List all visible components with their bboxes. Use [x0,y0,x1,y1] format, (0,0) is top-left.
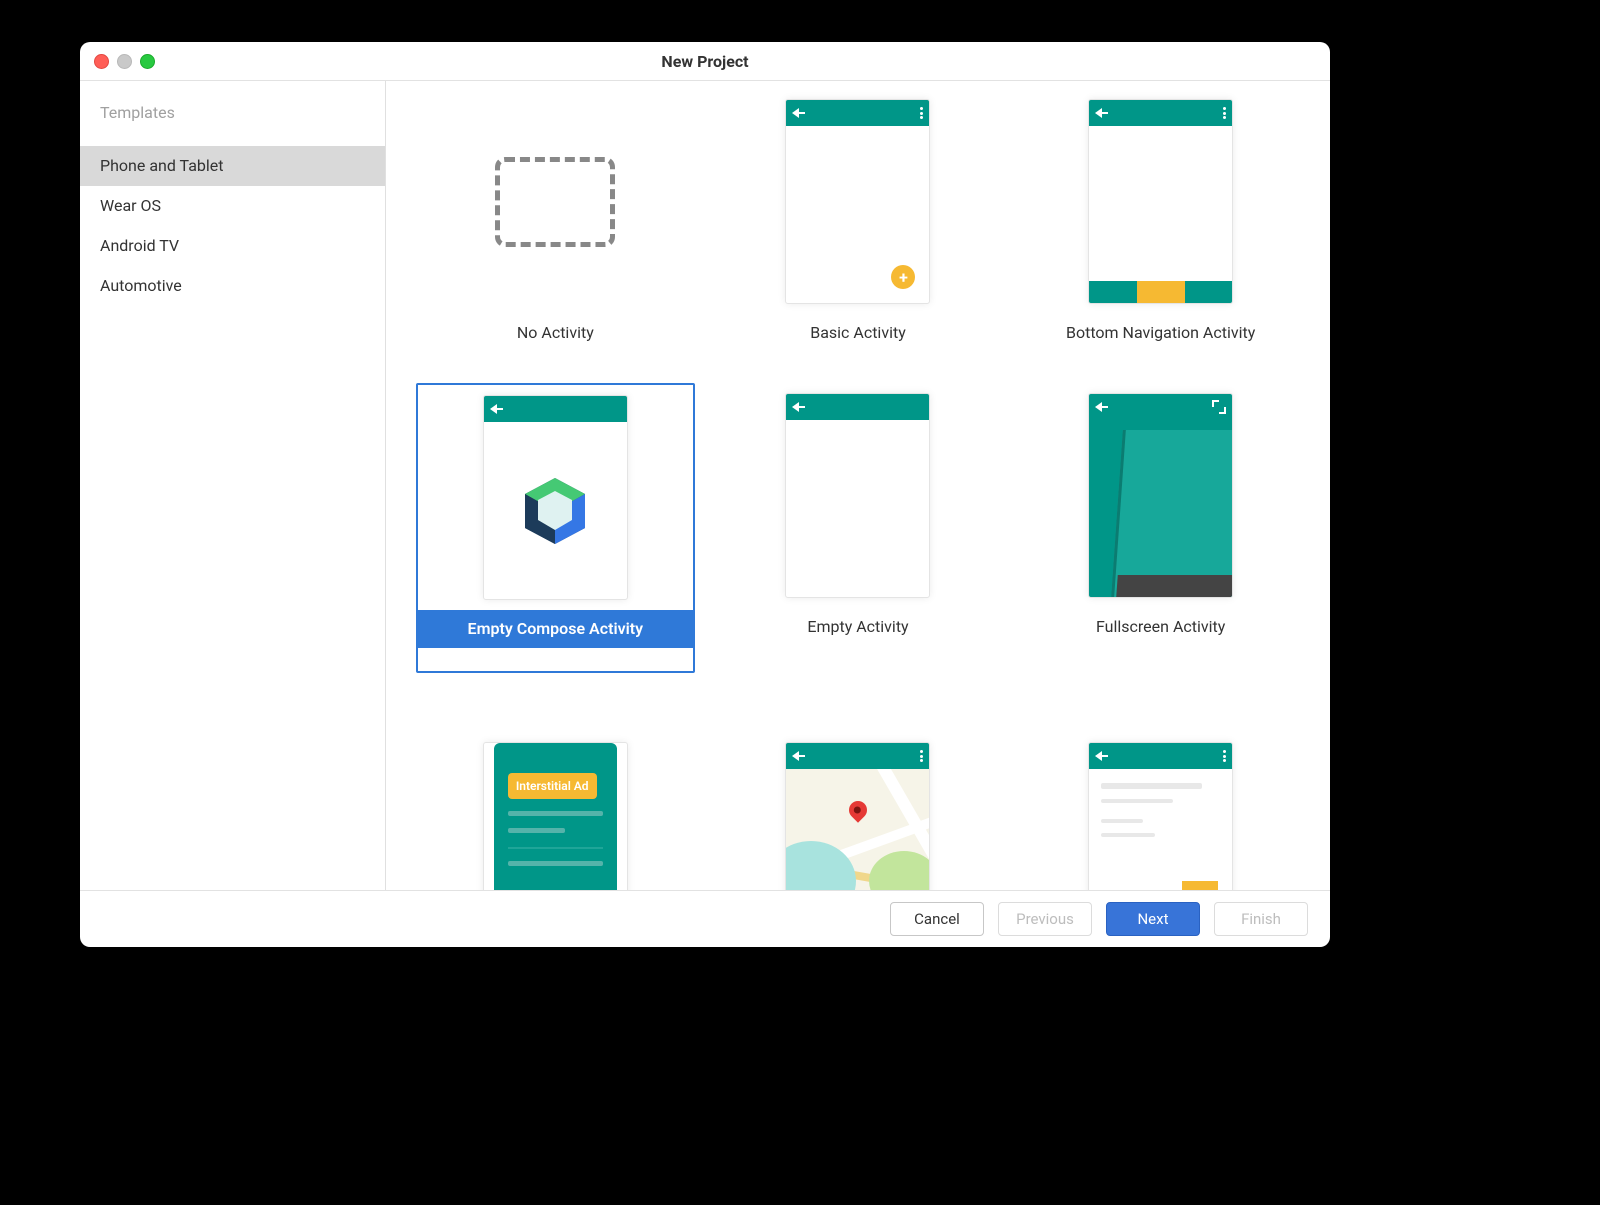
more-menu-icon [1223,750,1226,762]
template-label: No Activity [416,314,695,352]
template-empty-compose-activity[interactable]: Empty Compose Activity [416,383,695,673]
more-menu-icon [1223,107,1226,119]
back-arrow-icon [792,751,799,761]
template-basic-activity[interactable]: + Basic Activity [719,89,998,379]
traffic-lights [94,54,155,69]
template-no-activity[interactable]: No Activity [416,89,695,379]
sidebar-item-automotive[interactable]: Automotive [80,266,385,306]
fab-add-icon: + [891,265,915,289]
dashed-rect-icon [495,157,615,247]
template-thumb [465,385,645,610]
button-label: Cancel [914,910,960,928]
zoom-window-button[interactable] [140,54,155,69]
template-thumb: + [768,89,948,314]
back-arrow-icon [490,404,497,414]
template-map-activity[interactable] [719,677,998,890]
finish-button[interactable]: Finish [1214,902,1308,936]
back-arrow-icon [792,108,799,118]
sidebar: Templates Phone and Tablet Wear OS Andro… [80,81,386,890]
titlebar: New Project [80,42,1330,81]
sidebar-item-label: Android TV [100,236,179,255]
button-label: Finish [1241,910,1281,928]
sidebar-item-wear-os[interactable]: Wear OS [80,186,385,226]
template-label: Empty Activity [719,608,998,646]
back-arrow-icon [1095,108,1102,118]
map-pin-icon [849,801,867,819]
button-label: Previous [1016,910,1074,928]
sidebar-item-label: Phone and Tablet [100,156,224,175]
template-label: Basic Activity [719,314,998,352]
template-thumb [1071,383,1251,608]
back-arrow-icon [1095,751,1102,761]
button-bar: Cancel Previous Next Finish [80,890,1330,947]
template-thumb [465,89,645,314]
template-empty-activity[interactable]: Empty Activity [719,383,998,673]
template-bottom-navigation-activity[interactable]: Bottom Navigation Activity [1021,89,1300,379]
sidebar-item-label: Automotive [100,276,182,295]
compose-logo-icon [484,422,627,599]
template-thumb: Interstitial Ad [465,677,645,890]
template-thumb [1071,677,1251,890]
more-menu-icon [920,750,923,762]
more-menu-icon [920,107,923,119]
minimize-window-button[interactable] [117,54,132,69]
next-button[interactable]: Next [1106,902,1200,936]
sidebar-item-android-tv[interactable]: Android TV [80,226,385,266]
sidebar-item-phone-and-tablet[interactable]: Phone and Tablet [80,146,385,186]
template-label: Empty Compose Activity [418,610,693,648]
bottom-nav-icon [1089,281,1232,303]
sidebar-heading: Templates [80,103,385,146]
template-thumb [1071,89,1251,314]
window-title: New Project [80,52,1330,71]
cancel-button[interactable]: Cancel [890,902,984,936]
ad-chip: Interstitial Ad [508,773,597,799]
template-thumb [768,677,948,890]
button-label: Next [1137,910,1168,928]
sidebar-item-label: Wear OS [100,196,161,215]
template-fullscreen-activity[interactable]: Fullscreen Activity [1021,383,1300,673]
template-detail-activity[interactable] [1021,677,1300,890]
template-thumb [768,383,948,608]
template-gallery: No Activity + Basic Activity [386,81,1330,890]
template-label: Bottom Navigation Activity [1021,314,1300,352]
close-window-button[interactable] [94,54,109,69]
new-project-window: New Project Templates Phone and Tablet W… [80,42,1330,947]
template-interstitial-ad[interactable]: Interstitial Ad Interstitial Ad [416,677,695,890]
fullscreen-icon [1212,400,1226,414]
back-arrow-icon [1095,402,1102,412]
previous-button[interactable]: Previous [998,902,1092,936]
content: Templates Phone and Tablet Wear OS Andro… [80,81,1330,890]
back-arrow-icon [792,402,799,412]
template-label: Fullscreen Activity [1021,608,1300,646]
